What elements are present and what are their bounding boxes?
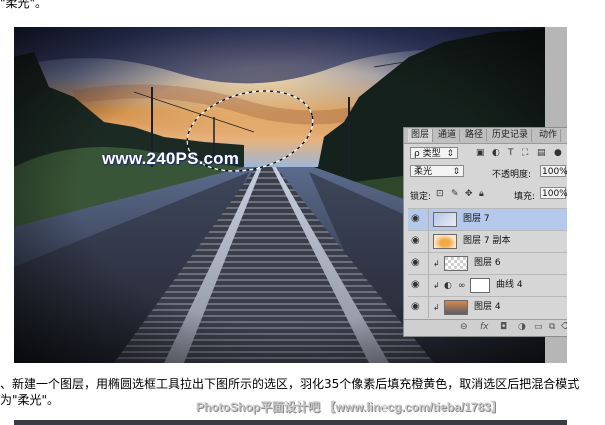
layer-row-layer7[interactable]: ◉ 图层 7 <box>408 208 567 230</box>
image-filter-icon[interactable]: ▣ <box>476 147 485 159</box>
tab-paths[interactable]: 路径 <box>462 129 488 142</box>
fill-label: 填充: <box>514 192 536 202</box>
tab-channels[interactable]: 通道 <box>435 129 461 142</box>
trash-icon[interactable]: ⌫ <box>561 322 567 332</box>
eye-icon[interactable]: ◉ <box>411 214 421 224</box>
eye-icon[interactable]: ◉ <box>411 302 421 312</box>
layer-row-layer7-copy[interactable]: ◉ 图层 7 副本 <box>408 230 567 252</box>
layer-name: 图层 7 副本 <box>463 236 511 246</box>
clip-arrow-icon: ↲ <box>433 281 440 290</box>
type-filter-icon[interactable]: T <box>508 147 514 159</box>
eye-icon[interactable]: ◉ <box>411 236 421 246</box>
layer-row-layer6[interactable]: ◉ ↲ 图层 6 <box>408 252 567 274</box>
layer-thumbnail <box>433 212 457 227</box>
caption-line-1: 、新建一个图层，用椭圆选框工具拉出下图所示的选区，羽化35个像素后填充橙黄色，取… <box>0 377 580 391</box>
tab-layers[interactable]: 图层 <box>408 129 434 142</box>
tab-actions[interactable]: 动作 <box>536 129 562 142</box>
divider <box>428 253 429 274</box>
new-layer-icon[interactable]: ⧉ <box>549 322 555 332</box>
adjustment-filter-icon[interactable]: ◐ <box>492 147 500 159</box>
chevron-updown-icon: ⇕ <box>446 149 454 159</box>
curves-adjustment-icon: ◐ <box>444 281 452 291</box>
layer-name: 图层 4 <box>474 302 501 312</box>
layer-row-layer4[interactable]: ◉ ↲ 图层 4 <box>408 296 567 318</box>
panel-tabs: 图层 通道 路径 历史记录 动作 <box>404 128 567 144</box>
smart-object-filter-icon[interactable]: ▤ <box>537 147 546 159</box>
opacity-label: 不透明度: <box>492 170 532 180</box>
lock-all-icon[interactable]: 🔒︎ <box>479 188 484 200</box>
blend-mode-select[interactable]: 柔光 ⇕ <box>410 165 464 177</box>
site-watermark: PhotoShop平面设计吧 【www.lin℮cg.com/tieba/178… <box>196 400 503 414</box>
eye-icon[interactable]: ◉ <box>411 280 421 290</box>
eye-icon[interactable]: ◉ <box>411 258 421 268</box>
opacity-input[interactable]: 100% <box>540 165 567 177</box>
layer-name: 曲线 4 <box>496 280 523 290</box>
lock-position-icon[interactable]: ✥ <box>465 188 473 200</box>
layer-thumbnail <box>433 234 457 249</box>
layer-name: 图层 6 <box>474 258 501 268</box>
layer-row-curves4[interactable]: ◉ ↲ ◐ ∞ 曲线 4 <box>408 274 567 296</box>
layer-thumbnail <box>444 300 468 315</box>
tab-history[interactable]: 历史记录 <box>489 129 533 142</box>
panel-footer: ⊖ fx ◘ ◑ ▭ ⧉ ⌫ <box>404 319 567 336</box>
filter-toggle-icon[interactable]: ● <box>554 147 562 159</box>
layer-name: 图层 7 <box>463 214 490 224</box>
lock-transparent-icon[interactable]: ⊡ <box>436 188 444 200</box>
folder-icon[interactable]: ▭ <box>534 322 543 332</box>
layer-thumbnail <box>444 256 468 271</box>
photo-watermark: www.240PS.com <box>102 149 240 168</box>
chevron-down-icon: ⇕ <box>452 167 460 177</box>
blend-mode-value: 柔光 <box>414 167 433 177</box>
clip-arrow-icon: ↲ <box>433 259 440 268</box>
next-image-edge <box>14 420 567 425</box>
chain-link-icon: ∞ <box>458 281 466 291</box>
top-text: "柔光"。 <box>0 0 48 10</box>
divider <box>428 275 429 296</box>
lock-label: 锁定: <box>410 192 432 202</box>
shape-filter-icon[interactable]: ⛶ <box>522 147 528 159</box>
layer-filter-select[interactable]: ρ 类型 ⇕ <box>410 147 458 159</box>
filter-label: ρ 类型 <box>414 149 441 159</box>
mask-thumbnail <box>470 278 490 293</box>
clip-arrow-icon: ↲ <box>433 303 440 312</box>
divider <box>428 209 429 230</box>
layers-panel: 图层 通道 路径 历史记录 动作 ρ 类型 ⇕ ▣ ◐ T ⛶ ▤ ● 柔光 ⇕… <box>403 127 567 337</box>
lock-pixels-icon[interactable]: ✎ <box>451 188 459 200</box>
divider <box>428 231 429 252</box>
link-icon[interactable]: ⊖ <box>460 322 468 332</box>
fill-input[interactable]: 100% <box>540 187 567 199</box>
adjustment-icon[interactable]: ◑ <box>518 322 526 332</box>
divider <box>428 297 429 318</box>
fx-icon[interactable]: fx <box>480 322 489 332</box>
mask-icon[interactable]: ◘ <box>500 322 507 332</box>
